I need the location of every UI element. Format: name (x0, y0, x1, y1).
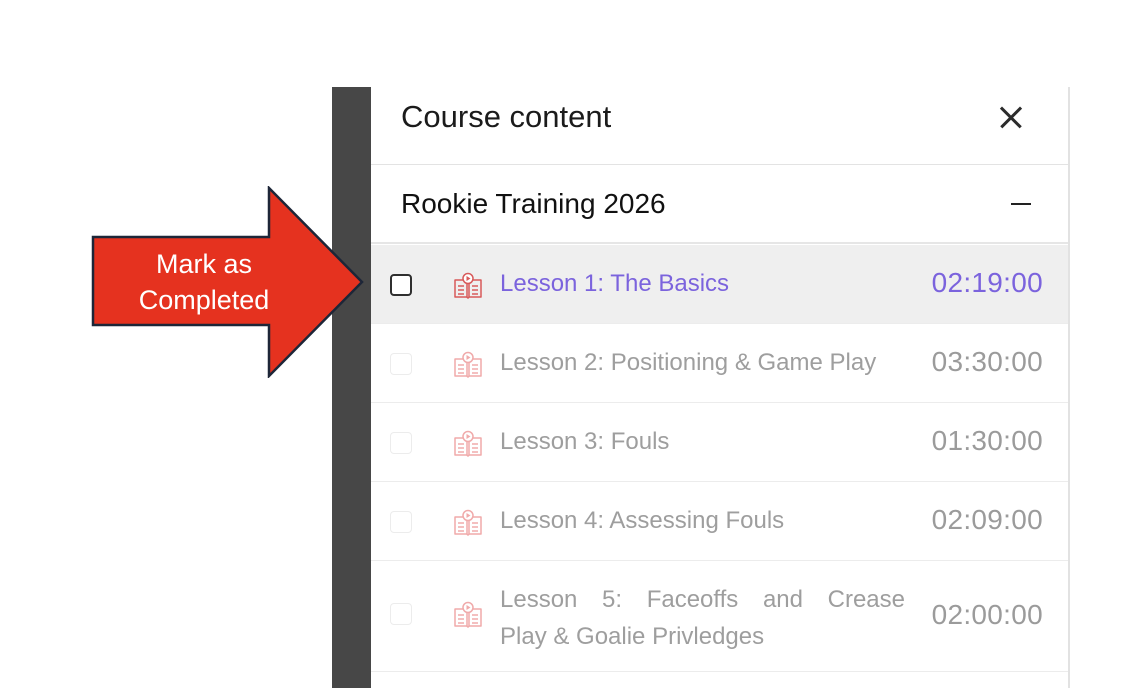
video-book-icon (454, 509, 482, 536)
lesson-duration: 02:19:00 (931, 267, 1043, 298)
lesson-title[interactable]: Lesson 4: Assessing Fouls (500, 507, 784, 535)
minus-icon[interactable] (1011, 203, 1031, 205)
complete-checkbox[interactable] (390, 274, 412, 296)
video-book-icon (454, 430, 482, 457)
lesson-duration: 02:09:00 (931, 504, 1043, 535)
video-book-icon (454, 272, 482, 299)
callout-line: Mark as (155, 249, 253, 279)
lesson-title[interactable]: Lesson 5: Faceoffs and Crease Play & Goa… (500, 581, 905, 655)
section-title: Rookie Training 2026 (401, 188, 666, 219)
lesson-duration: 02:00:00 (931, 599, 1043, 630)
lesson-title[interactable]: Lesson 3: Fouls (500, 428, 669, 456)
video-book-icon (454, 351, 482, 378)
complete-checkbox[interactable] (390, 511, 412, 533)
lesson-title-line: Lesson 5: Faceoffs and Crease (500, 586, 905, 613)
complete-checkbox[interactable] (390, 432, 412, 454)
section-header[interactable]: Rookie Training 2026 (371, 166, 1069, 244)
lesson-item[interactable]: Lesson 5: Faceoffs and Crease Play & Goa… (371, 561, 1069, 672)
callout-line: Completed (138, 285, 270, 315)
video-book-icon (454, 601, 482, 628)
lesson-list: Lesson 1: The Basics 02:19:00 Lesson 2: … (371, 245, 1069, 672)
lesson-item[interactable]: Lesson 3: Fouls 01:30:00 (371, 403, 1069, 482)
complete-checkbox[interactable] (390, 603, 412, 625)
complete-checkbox[interactable] (390, 353, 412, 375)
lesson-item[interactable]: Lesson 4: Assessing Fouls 02:09:00 (371, 482, 1069, 561)
background-overlay (332, 87, 371, 688)
lesson-item[interactable]: Lesson 2: Positioning & Game Play 03:30:… (371, 324, 1069, 403)
lesson-title[interactable]: Lesson 2: Positioning & Game Play (500, 349, 876, 377)
lesson-title[interactable]: Lesson 1: The Basics (500, 270, 729, 298)
lesson-item[interactable]: Lesson 1: The Basics 02:19:00 (371, 245, 1069, 324)
lesson-duration: 01:30:00 (931, 425, 1043, 456)
lesson-title-line: Play & Goalie Privledges (500, 623, 765, 650)
lesson-duration: 03:30:00 (931, 346, 1043, 377)
course-content-panel: Course content Rookie Training 2026 Less… (371, 87, 1069, 688)
close-icon[interactable] (991, 101, 1031, 135)
panel-title: Course content (401, 99, 612, 134)
panel-header: Course content (371, 87, 1069, 165)
panel-border (1068, 87, 1070, 688)
callout-label: Mark as Completed (100, 246, 308, 318)
